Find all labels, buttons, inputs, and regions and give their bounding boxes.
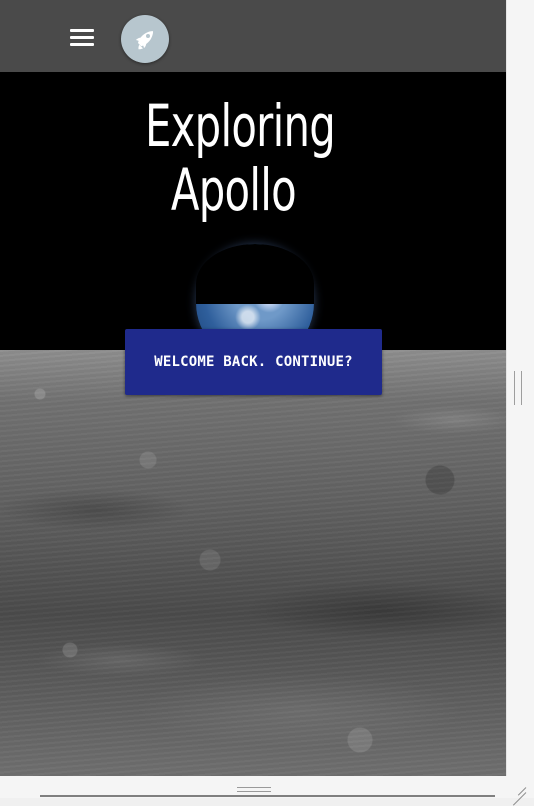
lunar-surface-image: [0, 350, 506, 776]
handle-line: [237, 787, 271, 788]
menu-icon: [70, 42, 94, 46]
menu-icon: [70, 35, 94, 39]
top-navigation-bar: [0, 0, 506, 72]
continue-button[interactable]: WELCOME BACK. CONTINUE?: [125, 329, 382, 395]
grip-line: [514, 371, 515, 405]
handle-line: [237, 791, 271, 792]
title-line: Apollo: [170, 156, 297, 224]
scrollbar-grip[interactable]: [514, 371, 522, 405]
browser-viewport: Exploring Apollo WELCOME BACK. CONTINUE?: [0, 0, 506, 776]
resize-corner-icon[interactable]: [509, 778, 527, 796]
horizontal-resize-handle[interactable]: [237, 786, 271, 793]
grip-line: [521, 371, 522, 405]
hero-section: Exploring Apollo WELCOME BACK. CONTINUE?: [0, 72, 506, 776]
menu-icon: [70, 28, 94, 32]
rocket-icon: [135, 31, 154, 50]
bottom-border-line: [40, 795, 495, 797]
title-line: Exploring: [145, 92, 336, 160]
logo-button[interactable]: [121, 15, 169, 63]
menu-button[interactable]: [62, 22, 102, 52]
page-title: Exploring Apollo: [145, 92, 336, 224]
